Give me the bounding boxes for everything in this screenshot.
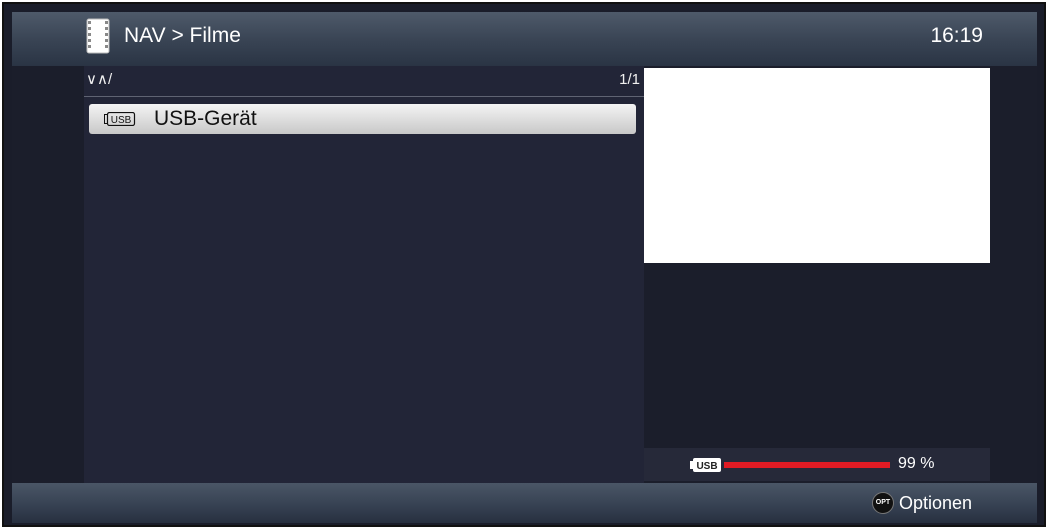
- path-row: ∨∧/ 1/1: [84, 66, 644, 97]
- usb-drive-icon: USB: [690, 458, 722, 477]
- storage-usage-fill: [724, 462, 890, 468]
- file-browser-panel: ∨∧/ 1/1 USB USB-Gerät: [84, 66, 644, 483]
- svg-text:USB: USB: [111, 115, 132, 126]
- list-item-usb-device[interactable]: USB USB-Gerät: [89, 104, 636, 134]
- tv-screen: NAV > Filme 16:19 ∨∧/ 1/1 USB USB-Gerät: [2, 2, 1046, 527]
- storage-usage-percent: 99 %: [898, 455, 935, 472]
- options-label[interactable]: Optionen: [899, 493, 972, 514]
- opt-button-icon[interactable]: OPT: [872, 492, 894, 514]
- list-item-label: USB-Gerät: [154, 107, 257, 130]
- usb-drive-icon: USB: [104, 111, 136, 131]
- header-bar: NAV > Filme 16:19: [12, 12, 1037, 66]
- current-path: ∨∧/: [86, 71, 113, 88]
- content-area: ∨∧/ 1/1 USB USB-Gerät USB 99 %: [12, 66, 1037, 483]
- storage-usage-bar: USB 99 %: [644, 448, 990, 481]
- page-title: NAV > Filme: [124, 24, 241, 47]
- page-indicator: 1/1: [619, 71, 640, 88]
- clock: 16:19: [930, 24, 983, 47]
- footer-bar: OPT Optionen: [12, 483, 1037, 523]
- svg-text:USB: USB: [696, 461, 717, 472]
- preview-window: [644, 68, 990, 263]
- film-strip-icon: [86, 18, 110, 59]
